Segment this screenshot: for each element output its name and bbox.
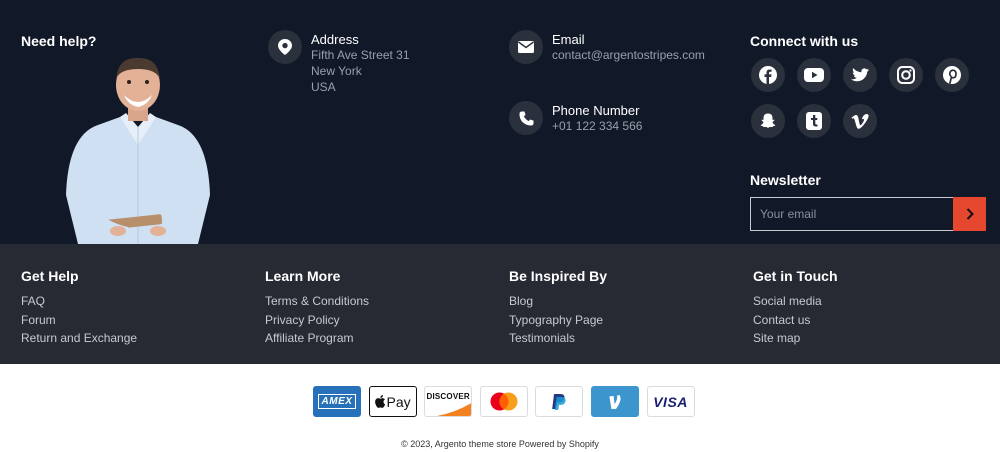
- phone-icon: [509, 101, 543, 135]
- address-title: Address: [311, 32, 359, 47]
- visa-icon: VISA: [646, 386, 695, 417]
- link-affiliate[interactable]: Affiliate Program: [265, 329, 369, 348]
- column-be-inspired: Be Inspired By Blog Typography Page Test…: [509, 268, 607, 348]
- facebook-icon[interactable]: [751, 58, 785, 92]
- support-person-image: [66, 57, 210, 244]
- link-return-exchange[interactable]: Return and Exchange: [21, 329, 137, 348]
- link-typography[interactable]: Typography Page: [509, 311, 607, 330]
- footer-top: Need help? Address Fifth Ave Street 31 N…: [0, 0, 1000, 244]
- column-title: Learn More: [265, 268, 341, 284]
- column-title: Be Inspired By: [509, 268, 608, 284]
- pinterest-icon[interactable]: [935, 58, 969, 92]
- column-title: Get in Touch: [753, 268, 838, 284]
- link-forum[interactable]: Forum: [21, 311, 137, 330]
- link-testimonials[interactable]: Testimonials: [509, 329, 607, 348]
- tumblr-icon[interactable]: [797, 104, 831, 138]
- apple-pay-label: Pay: [386, 393, 411, 410]
- link-faq[interactable]: FAQ: [21, 292, 137, 311]
- chevron-right-icon: [966, 208, 974, 220]
- amex-icon: AMEX: [313, 386, 361, 417]
- snapchat-icon[interactable]: [751, 104, 785, 138]
- vimeo-icon[interactable]: [843, 104, 877, 138]
- location-pin-icon: [268, 30, 302, 64]
- footer-links: [0, 244, 1000, 364]
- address-line-2: New York: [311, 64, 362, 78]
- connect-title: Connect with us: [750, 33, 859, 49]
- newsletter-title: Newsletter: [750, 172, 821, 188]
- link-blog[interactable]: Blog: [509, 292, 607, 311]
- column-title: Get Help: [21, 268, 79, 284]
- youtube-icon[interactable]: [797, 58, 831, 92]
- email-link[interactable]: contact@argentostripes.com: [552, 47, 705, 63]
- address-line-3: USA: [311, 80, 336, 94]
- link-site-map[interactable]: Site map: [753, 329, 838, 348]
- envelope-icon: [509, 30, 543, 64]
- amex-label: AMEX: [317, 394, 357, 409]
- apple-pay-icon: Pay: [368, 386, 417, 417]
- link-terms[interactable]: Terms & Conditions: [265, 292, 369, 311]
- phone-title: Phone Number: [552, 103, 640, 118]
- address-block: Address Fifth Ave Street 31 New York USA: [268, 30, 410, 95]
- paypal-icon: [535, 386, 584, 417]
- address-line-1: Fifth Ave Street 31: [311, 48, 410, 62]
- discover-label: DISCOVER: [426, 392, 470, 401]
- instagram-icon[interactable]: [889, 58, 923, 92]
- payment-methods: AMEX Pay DISCOVER VISA: [313, 386, 702, 417]
- discover-icon: DISCOVER: [424, 386, 473, 417]
- email-title: Email: [552, 32, 585, 47]
- phone-block: Phone Number +01 122 334 566: [509, 101, 642, 135]
- column-get-in-touch: Get in Touch Social media Contact us Sit…: [753, 268, 838, 348]
- link-social-media[interactable]: Social media: [753, 292, 838, 311]
- twitter-icon[interactable]: [843, 58, 877, 92]
- phone-link[interactable]: +01 122 334 566: [552, 118, 642, 134]
- mastercard-icon: [479, 386, 528, 417]
- venmo-icon: [590, 386, 639, 417]
- newsletter-submit-button[interactable]: [953, 197, 986, 231]
- column-get-help: Get Help FAQ Forum Return and Exchange: [21, 268, 137, 348]
- apple-logo-icon: [374, 395, 385, 408]
- visa-label: VISA: [653, 393, 688, 410]
- email-block: Email contact@argentostripes.com: [509, 30, 705, 64]
- newsletter-email-input[interactable]: [750, 197, 953, 231]
- copyright-text: © 2023, Argento theme store Powered by S…: [401, 439, 599, 449]
- link-privacy[interactable]: Privacy Policy: [265, 311, 369, 330]
- need-help-title: Need help?: [21, 33, 97, 49]
- column-learn-more: Learn More Terms & Conditions Privacy Po…: [265, 268, 369, 348]
- link-contact-us[interactable]: Contact us: [753, 311, 838, 330]
